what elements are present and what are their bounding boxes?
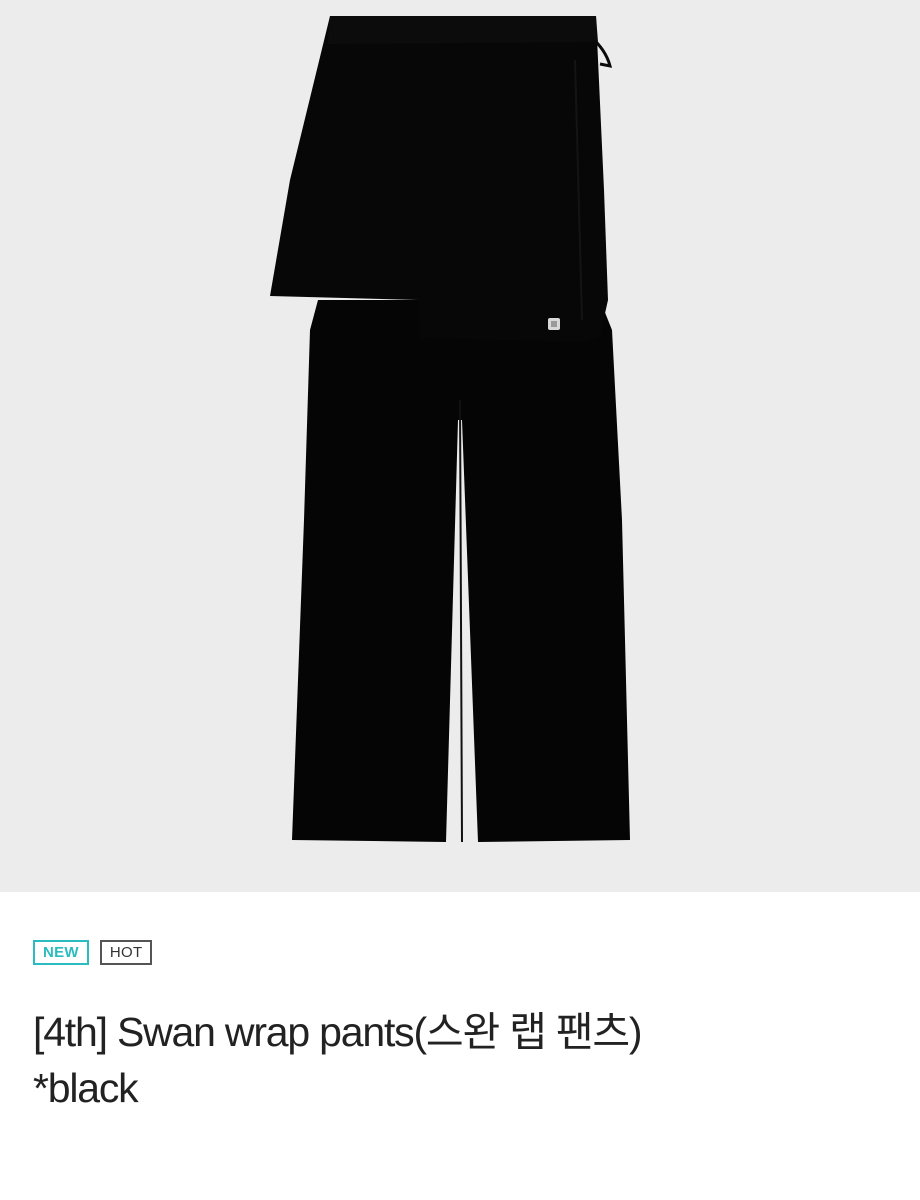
product-title-line1: [4th] Swan wrap pants(스완 랩 팬츠): [33, 1009, 643, 1055]
pants-illustration: [270, 16, 630, 843]
product-title[interactable]: [4th] Swan wrap pants(스완 랩 팬츠) *black: [33, 1004, 893, 1116]
product-info: NEW HOT [4th] Swan wrap pants(스완 랩 팬츠) *…: [0, 892, 920, 1200]
new-badge: NEW: [33, 940, 89, 965]
product-title-line2: *black: [33, 1065, 139, 1111]
leg-crease: [459, 399, 463, 843]
hot-badge: HOT: [99, 940, 153, 965]
product-image[interactable]: [0, 0, 920, 892]
badge-group: NEW HOT: [33, 940, 153, 965]
wrap-skirt: [270, 16, 608, 342]
waistband: [328, 16, 598, 44]
